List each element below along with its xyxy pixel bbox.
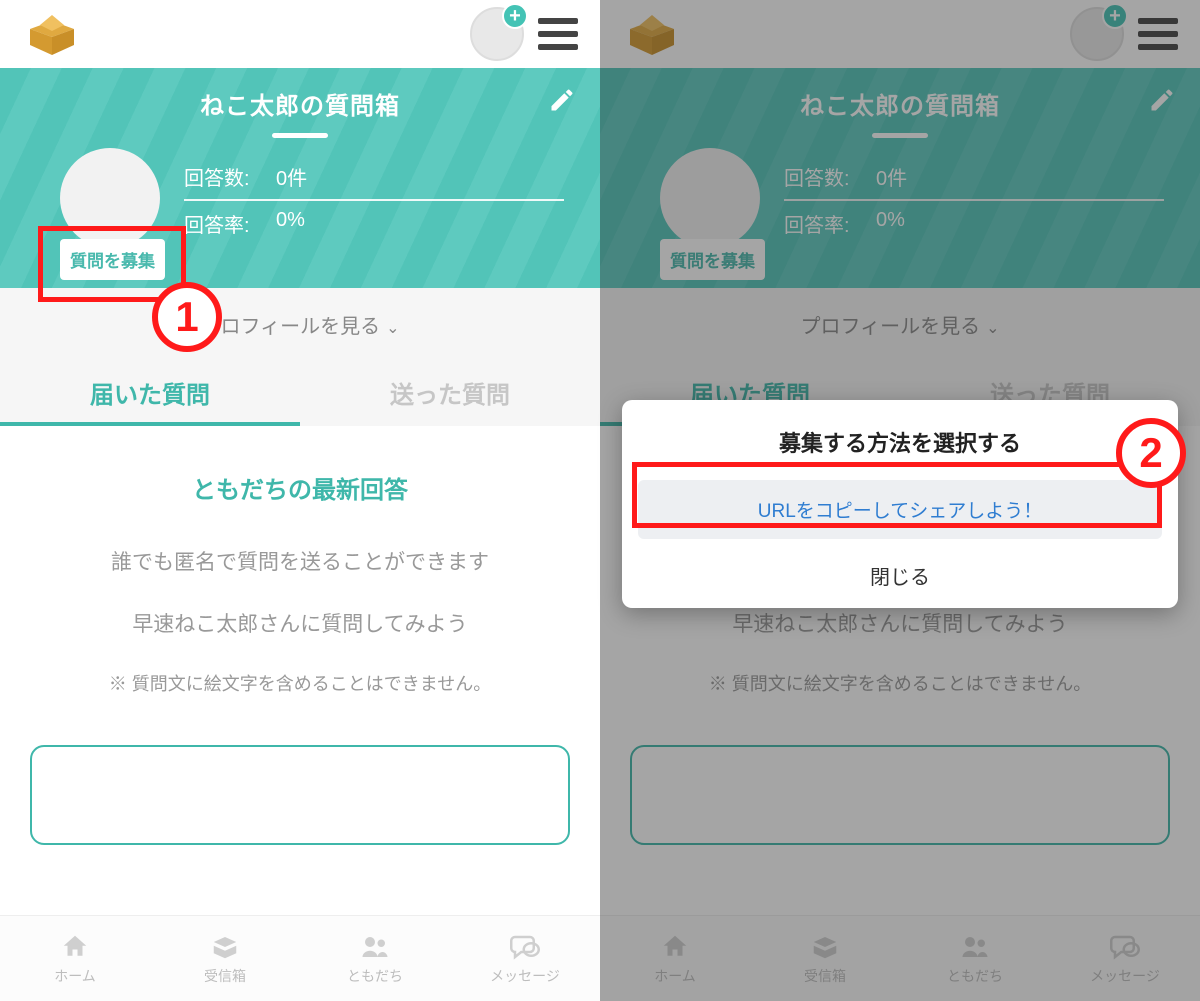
phone-screen-left: + ねこ太郎の質問箱 回答数:0件 回答率:0% 質問を募集 1 プロフィールを… (0, 0, 600, 1001)
bottom-nav: ホーム 受信箱 ともだち メッセージ (0, 915, 600, 1001)
tab-received[interactable]: 届いた質問 (0, 361, 300, 426)
home-icon (57, 932, 93, 962)
inbox-icon (207, 932, 243, 962)
plus-icon: + (502, 3, 528, 29)
edit-icon[interactable] (548, 86, 576, 119)
tab-sent[interactable]: 送った質問 (300, 361, 600, 426)
profile-avatar[interactable] (60, 148, 160, 248)
friends-icon (357, 932, 393, 962)
question-input[interactable] (30, 745, 570, 845)
friends-latest-title: ともだちの最新回答 (0, 426, 600, 543)
body-text: 誰でも匿名で質問を送ることができます 早速ねこ太郎さんに質問してみよう ※ 質問… (0, 543, 600, 723)
modal-title: 募集する方法を選択する (638, 426, 1162, 458)
answers-label: 回答数: (184, 162, 262, 191)
avatar-add-button[interactable]: + (470, 7, 524, 61)
nav-friends[interactable]: ともだち (300, 916, 450, 1001)
chevron-down-icon: ⌄ (386, 320, 399, 337)
view-profile-link[interactable]: プロフィールを見る⌄ (0, 288, 600, 361)
recruit-questions-button[interactable]: 質問を募集 (60, 239, 165, 280)
hero-divider (272, 133, 328, 138)
nav-home[interactable]: ホーム (0, 916, 150, 1001)
answers-value: 0件 (276, 162, 307, 191)
rate-value: 0% (276, 209, 305, 238)
menu-icon[interactable] (538, 18, 578, 50)
app-logo-icon[interactable] (22, 9, 82, 59)
nav-message[interactable]: メッセージ (450, 916, 600, 1001)
hero-title: ねこ太郎の質問箱 (24, 86, 576, 121)
phone-screen-right: + ねこ太郎の質問箱 回答数:0件 回答率:0% 質問を募集 プロフィールを見る… (600, 0, 1200, 1001)
stats: 回答数: 0件 回答率: 0% (184, 156, 576, 244)
profile-hero: ねこ太郎の質問箱 回答数: 0件 回答率: 0% 質問を募集 (0, 68, 600, 288)
question-tabs: 届いた質問 送った質問 (0, 361, 600, 426)
topbar: + (0, 0, 600, 68)
share-method-modal: 募集する方法を選択する URLをコピーしてシェアしよう！ 閉じる (622, 400, 1178, 608)
rate-label: 回答率: (184, 209, 262, 238)
message-icon (507, 932, 543, 962)
nav-inbox[interactable]: 受信箱 (150, 916, 300, 1001)
modal-close-button[interactable]: 閉じる (638, 561, 1162, 590)
copy-url-button[interactable]: URLをコピーしてシェアしよう！ (638, 480, 1162, 539)
